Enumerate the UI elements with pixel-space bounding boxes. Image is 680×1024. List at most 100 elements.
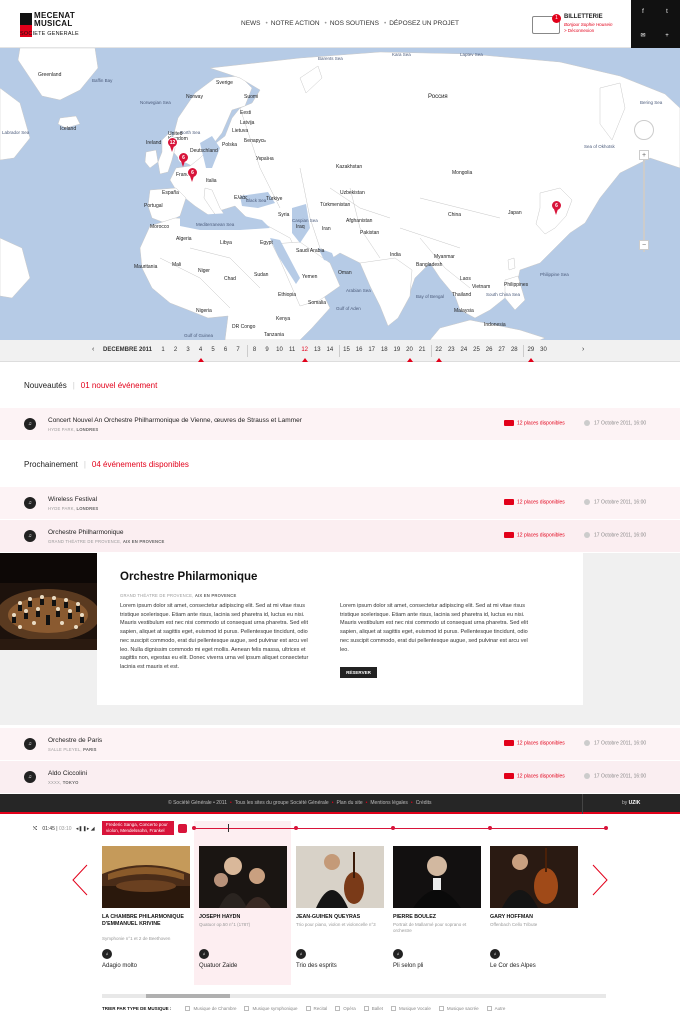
filter-checkbox[interactable]: [244, 1006, 250, 1012]
track-title[interactable]: Adagio molto: [102, 963, 137, 969]
filter-checkbox[interactable]: [185, 1006, 191, 1012]
track-title[interactable]: Quatuor Zaide: [199, 963, 237, 969]
nav-nos-soutiens[interactable]: NOS SOUTIENS: [330, 20, 379, 27]
playhead[interactable]: [228, 824, 229, 832]
event-row[interactable]: ♫ Orchestre de Paris SALLE PLEYEL, PARIS…: [0, 728, 680, 760]
event-title[interactable]: Aldo Ciccolini: [48, 770, 87, 777]
artist-card[interactable]: Jean-Guihen Queyras Trio pour piano, vio…: [296, 846, 384, 969]
billetterie-widget[interactable]: 1 BILLETTERIE Bonjour Sophie Housein > D…: [532, 14, 622, 36]
map-pin[interactable]: 6: [178, 152, 189, 167]
nav-notre-action[interactable]: NOTRE ACTION: [271, 20, 320, 27]
timeline-day[interactable]: 20: [405, 347, 415, 353]
timeline-day[interactable]: 27: [497, 347, 507, 353]
filter-checkbox[interactable]: [438, 1006, 444, 1012]
timeline-day[interactable]: 2: [171, 347, 181, 353]
timeline-day[interactable]: 19: [392, 347, 402, 353]
timeline-day[interactable]: 15: [342, 347, 352, 353]
filter-option[interactable]: Musique sacrée: [447, 1006, 479, 1011]
filter-option[interactable]: Opéra: [343, 1006, 356, 1011]
events-map[interactable]: Baffin Bay Barents Sea Norwegian Sea Nor…: [0, 48, 680, 340]
timeline-day[interactable]: 11: [287, 347, 297, 353]
next-month-arrow[interactable]: ›: [582, 346, 584, 353]
timeline-day[interactable]: 17: [367, 347, 377, 353]
track-marker[interactable]: [488, 826, 492, 830]
timeline-day[interactable]: 30: [539, 347, 549, 353]
artist-card[interactable]: Pierre Boulez Portrait de Mallarmé pour …: [393, 846, 481, 969]
pan-control[interactable]: [634, 120, 654, 140]
track-title[interactable]: Trio des esprits: [296, 963, 337, 969]
map-pin[interactable]: 12: [167, 137, 178, 152]
play-icon[interactable]: ♫: [296, 949, 306, 959]
billetterie-title[interactable]: BILLETTERIE: [564, 14, 603, 20]
filter-checkbox[interactable]: [391, 1006, 397, 1012]
timeline-day[interactable]: 9: [262, 347, 272, 353]
map-pin[interactable]: 6: [551, 200, 562, 215]
filter-checkbox[interactable]: [363, 1006, 369, 1012]
filter-option[interactable]: Musique symphonique: [252, 1006, 297, 1011]
timeline-day[interactable]: 29: [526, 347, 536, 353]
event-title[interactable]: Orchestre de Paris: [48, 737, 102, 744]
next-track-icon[interactable]: ▸: [87, 826, 90, 832]
track-title[interactable]: Le Cor des Alpes: [490, 963, 536, 969]
timeline-day[interactable]: 25: [472, 347, 482, 353]
event-row[interactable]: ♫ Concert Nouvel An Orchestre Philharmon…: [0, 408, 680, 440]
nav-deposez-projet[interactable]: DÉPOSEZ UN PROJET: [389, 20, 459, 27]
track-marker[interactable]: [604, 826, 608, 830]
prev-month-arrow[interactable]: ‹: [92, 346, 94, 353]
twitter-icon[interactable]: t: [655, 0, 679, 24]
event-row[interactable]: ♫ Wireless Festival HYDE PARK, LONDRES 1…: [0, 487, 680, 519]
artist-card[interactable]: La Chambre Philarmonique d'Emmanuel Kriv…: [102, 846, 190, 969]
footer-link-plan[interactable]: Plan du site: [336, 800, 362, 806]
filter-checkbox[interactable]: [486, 1006, 492, 1012]
zoom-slider[interactable]: [643, 160, 645, 252]
play-icon[interactable]: ♫: [393, 949, 403, 959]
timeline-day[interactable]: 6: [221, 347, 231, 353]
timeline-day[interactable]: 22: [434, 347, 444, 353]
timeline-day[interactable]: 5: [208, 347, 218, 353]
timeline-day[interactable]: 14: [325, 347, 335, 353]
timeline-day[interactable]: 3: [183, 347, 193, 353]
timeline-day[interactable]: 13: [312, 347, 322, 353]
email-icon[interactable]: ✉: [631, 24, 655, 48]
logout-link[interactable]: > Déconnexion: [564, 28, 594, 33]
filter-checkbox[interactable]: [305, 1006, 311, 1012]
artist-card-selected[interactable]: Joseph Haydn Quatuor op.50 n°1 (1787) ♫ …: [199, 846, 287, 969]
timeline-day[interactable]: 24: [459, 347, 469, 353]
zoom-in-button[interactable]: +: [639, 150, 649, 160]
event-title[interactable]: Orchestre Philharmonique: [48, 529, 124, 536]
footer-link-mentions[interactable]: Mentions légales: [370, 800, 408, 806]
timeline-day[interactable]: 10: [275, 347, 285, 353]
filter-checkbox[interactable]: [335, 1006, 341, 1012]
scrollbar-thumb[interactable]: [146, 994, 230, 998]
reserver-button[interactable]: RÉSERVER: [340, 667, 377, 678]
share-plus-icon[interactable]: +: [655, 24, 679, 48]
pause-icon[interactable]: ❚❚: [78, 826, 86, 832]
timeline-day[interactable]: 16: [354, 347, 364, 353]
player-track-line[interactable]: [194, 828, 606, 829]
filter-option[interactable]: Recital: [314, 1006, 328, 1011]
shuffle-icon[interactable]: ⤭: [33, 826, 37, 832]
carousel-scrollbar[interactable]: [102, 994, 606, 998]
agency-credit[interactable]: by UZIK: [622, 800, 640, 806]
nav-news[interactable]: NEWS: [241, 20, 261, 27]
track-marker[interactable]: [391, 826, 395, 830]
volume-icon[interactable]: ◢: [91, 826, 95, 832]
timeline-day[interactable]: 12: [300, 347, 310, 353]
track-title[interactable]: Pli selon pli: [393, 963, 423, 969]
play-icon[interactable]: ♫: [490, 949, 500, 959]
event-row[interactable]: ♫ Aldo Ciccolini XXXX, TOKYO 12 places d…: [0, 761, 680, 793]
timeline-day[interactable]: 1: [158, 347, 168, 353]
map-pin[interactable]: 6: [187, 167, 198, 182]
play-icon[interactable]: ♫: [102, 949, 112, 959]
timeline-day[interactable]: 23: [446, 347, 456, 353]
timeline-day[interactable]: 18: [379, 347, 389, 353]
play-icon[interactable]: ♫: [199, 949, 209, 959]
event-row-expanded[interactable]: ♫ Orchestre Philharmonique GRAND THÉATRE…: [0, 520, 680, 552]
event-title[interactable]: Wireless Festival: [48, 496, 97, 503]
footer-link-sites[interactable]: Tous les sites du groupe Société Général…: [235, 800, 329, 806]
artist-card[interactable]: Gary Hoffman Offenbach Cello Tribute ♫ L…: [490, 846, 578, 969]
filter-option[interactable]: Musique Vocale: [399, 1006, 431, 1011]
timeline-day[interactable]: 28: [509, 347, 519, 353]
filter-option[interactable]: Musique de Chambre: [193, 1006, 236, 1011]
zoom-out-button[interactable]: −: [639, 240, 649, 250]
